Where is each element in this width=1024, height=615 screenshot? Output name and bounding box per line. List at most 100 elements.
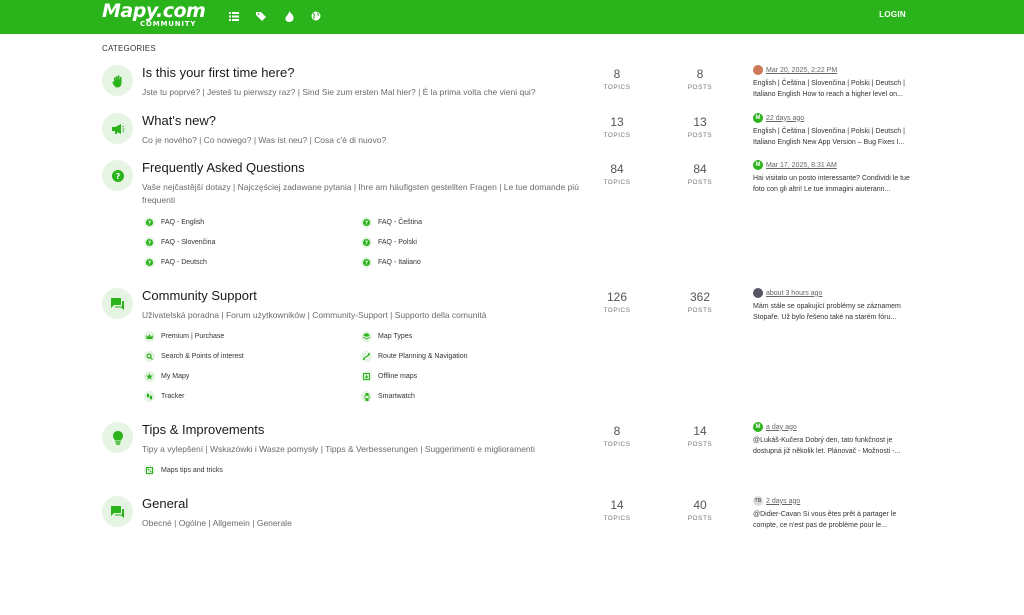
- subcategory-label: Premium | Purchase: [161, 333, 225, 340]
- subcategory-tracker[interactable]: Tracker: [144, 391, 184, 402]
- category-title[interactable]: Tips & Improvements: [142, 422, 264, 437]
- category-description: Obecné | Ogólne | Allgemein | Generale: [142, 518, 292, 528]
- site-logo[interactable]: Mapy.com COMMUNITY: [102, 1, 206, 31]
- posts-count: 84: [693, 162, 707, 176]
- svg-text:?: ?: [365, 261, 368, 266]
- posts-stat: 84 POSTS: [670, 162, 730, 186]
- question-icon: ?: [361, 237, 372, 248]
- latest-post-text[interactable]: @Didier-Cavan Si vous êtes prêt à partag…: [753, 509, 918, 531]
- topics-stat: 8 TOPICS: [587, 424, 647, 448]
- question-icon: ?: [144, 217, 155, 228]
- globe-icon[interactable]: [309, 9, 323, 23]
- topics-label: TOPICS: [603, 132, 631, 139]
- offline-map-icon: [361, 371, 372, 382]
- topics-label: TOPICS: [603, 179, 631, 186]
- menu-icon[interactable]: [227, 9, 241, 23]
- latest-post-date[interactable]: a day ago: [766, 424, 797, 431]
- avatar[interactable]: TB: [753, 496, 763, 506]
- lightbulb-icon: [102, 422, 133, 453]
- subcategory-faq-italiano[interactable]: ? FAQ - Italiano: [361, 257, 421, 268]
- subcategory-label: FAQ - Slovenčina: [161, 239, 216, 246]
- login-button[interactable]: LOGIN: [879, 10, 906, 19]
- latest-post-date[interactable]: 22 days ago: [766, 115, 804, 122]
- topics-stat: 13 TOPICS: [587, 115, 647, 139]
- topics-label: TOPICS: [603, 84, 631, 91]
- subcategory-label: FAQ - Polski: [378, 239, 417, 246]
- latest-post-date[interactable]: 2 days ago: [766, 498, 800, 505]
- topics-stat: 126 TOPICS: [587, 290, 647, 314]
- svg-text:?: ?: [148, 261, 151, 266]
- subcategory-label: Search & Points of interest: [161, 353, 244, 360]
- subcategory-label: Map Types: [378, 333, 413, 340]
- fire-icon[interactable]: [282, 9, 296, 23]
- category-title[interactable]: Community Support: [142, 288, 257, 303]
- latest-post-date[interactable]: Mar 20, 2025, 2:22 PM: [766, 67, 837, 74]
- avatar[interactable]: M: [753, 160, 763, 170]
- subcategory-search[interactable]: Search & Points of interest: [144, 351, 244, 362]
- latest-post-text[interactable]: @Lukáš-Kučera Dobrý den, tato funkčnost …: [753, 435, 918, 457]
- category-title[interactable]: Frequently Asked Questions: [142, 160, 305, 175]
- posts-count: 8: [696, 67, 704, 81]
- subcategory-faq-deutsch[interactable]: ? FAQ - Deutsch: [144, 257, 207, 268]
- layers-icon: [361, 331, 372, 342]
- category-description: Vaše nejčastější dotazy | Najczęściej za…: [142, 182, 579, 205]
- posts-count: 14: [693, 424, 707, 438]
- topics-label: TOPICS: [603, 515, 631, 522]
- latest-post-date[interactable]: about 3 hours ago: [766, 290, 822, 297]
- subcategory-map-types[interactable]: Map Types: [361, 331, 412, 342]
- posts-stat: 362 POSTS: [670, 290, 730, 314]
- chat-icon: [102, 288, 133, 319]
- watch-icon: [361, 391, 372, 402]
- latest-post-text[interactable]: Mám stále se opakující problémy se zázna…: [753, 301, 918, 323]
- posts-label: POSTS: [687, 84, 713, 91]
- subcategory-maps-tips[interactable]: Maps tips and tricks: [144, 465, 223, 476]
- latest-post-text[interactable]: English | Čeština | Slovenčina | Polski …: [753, 78, 918, 100]
- tags-icon[interactable]: [254, 9, 268, 23]
- latest-post-text[interactable]: Hai visitato un posto interessante? Cond…: [753, 173, 918, 195]
- posts-stat: 40 POSTS: [670, 498, 730, 522]
- category-description: Uživatelská poradna | Forum użytkowników…: [142, 310, 487, 320]
- posts-count: 13: [693, 115, 707, 129]
- topics-count: 126: [606, 290, 628, 304]
- category-description: Tipy a vylepšení | Wskazówki i Wasze pom…: [142, 444, 535, 454]
- avatar[interactable]: [753, 288, 763, 298]
- crown-icon: [144, 331, 155, 342]
- topics-count: 84: [610, 162, 624, 176]
- topics-count: 8: [613, 424, 621, 438]
- posts-label: POSTS: [687, 307, 713, 314]
- subcategory-faq-cestina[interactable]: ? FAQ - Čeština: [361, 217, 422, 228]
- avatar[interactable]: [753, 65, 763, 75]
- subcategory-smartwatch[interactable]: Smartwatch: [361, 391, 415, 402]
- subcategory-faq-english[interactable]: ? FAQ - English: [144, 217, 204, 228]
- svg-text:?: ?: [148, 221, 151, 226]
- subcategory-route-planning[interactable]: Route Planning & Navigation: [361, 351, 468, 362]
- subcategory-faq-polski[interactable]: ? FAQ - Polski: [361, 237, 417, 248]
- category-title[interactable]: What's new?: [142, 113, 216, 128]
- posts-label: POSTS: [687, 515, 713, 522]
- subcategory-my-mapy[interactable]: My Mapy: [144, 371, 189, 382]
- category-description: Co je nového? | Co nowego? | Was ist neu…: [142, 135, 387, 145]
- latest-post-text[interactable]: English | Čeština | Slovenčina | Polski …: [753, 126, 918, 148]
- category-description: Jste tu poprvé? | Jesteś tu pierwszy raz…: [142, 87, 536, 97]
- question-icon: ?: [144, 257, 155, 268]
- subcategory-label: Route Planning & Navigation: [378, 353, 468, 360]
- posts-count: 362: [689, 290, 711, 304]
- category-title[interactable]: General: [142, 496, 188, 511]
- subcategory-label: Offline maps: [378, 373, 418, 380]
- avatar[interactable]: M: [753, 113, 763, 123]
- category-title[interactable]: Is this your first time here?: [142, 65, 294, 80]
- subcategory-faq-slovencina[interactable]: ? FAQ - Slovenčina: [144, 237, 215, 248]
- subcategory-offline-maps[interactable]: Offline maps: [361, 371, 417, 382]
- latest-post: M 22 days ago English | Čeština | Sloven…: [753, 113, 918, 148]
- posts-count: 40: [693, 498, 707, 512]
- latest-post: M Mar 17, 2025, 8:31 AM Hai visitato un …: [753, 160, 918, 195]
- topics-label: TOPICS: [603, 307, 631, 314]
- avatar[interactable]: M: [753, 422, 763, 432]
- subcategory-premium[interactable]: Premium | Purchase: [144, 331, 224, 342]
- search-icon: [144, 351, 155, 362]
- latest-post: TB 2 days ago @Didier-Cavan Si vous êtes…: [753, 496, 918, 531]
- subcategory-label: Smartwatch: [378, 393, 415, 400]
- topics-count: 14: [610, 498, 624, 512]
- latest-post-date[interactable]: Mar 17, 2025, 8:31 AM: [766, 162, 837, 169]
- hand-wave-icon: [102, 65, 133, 96]
